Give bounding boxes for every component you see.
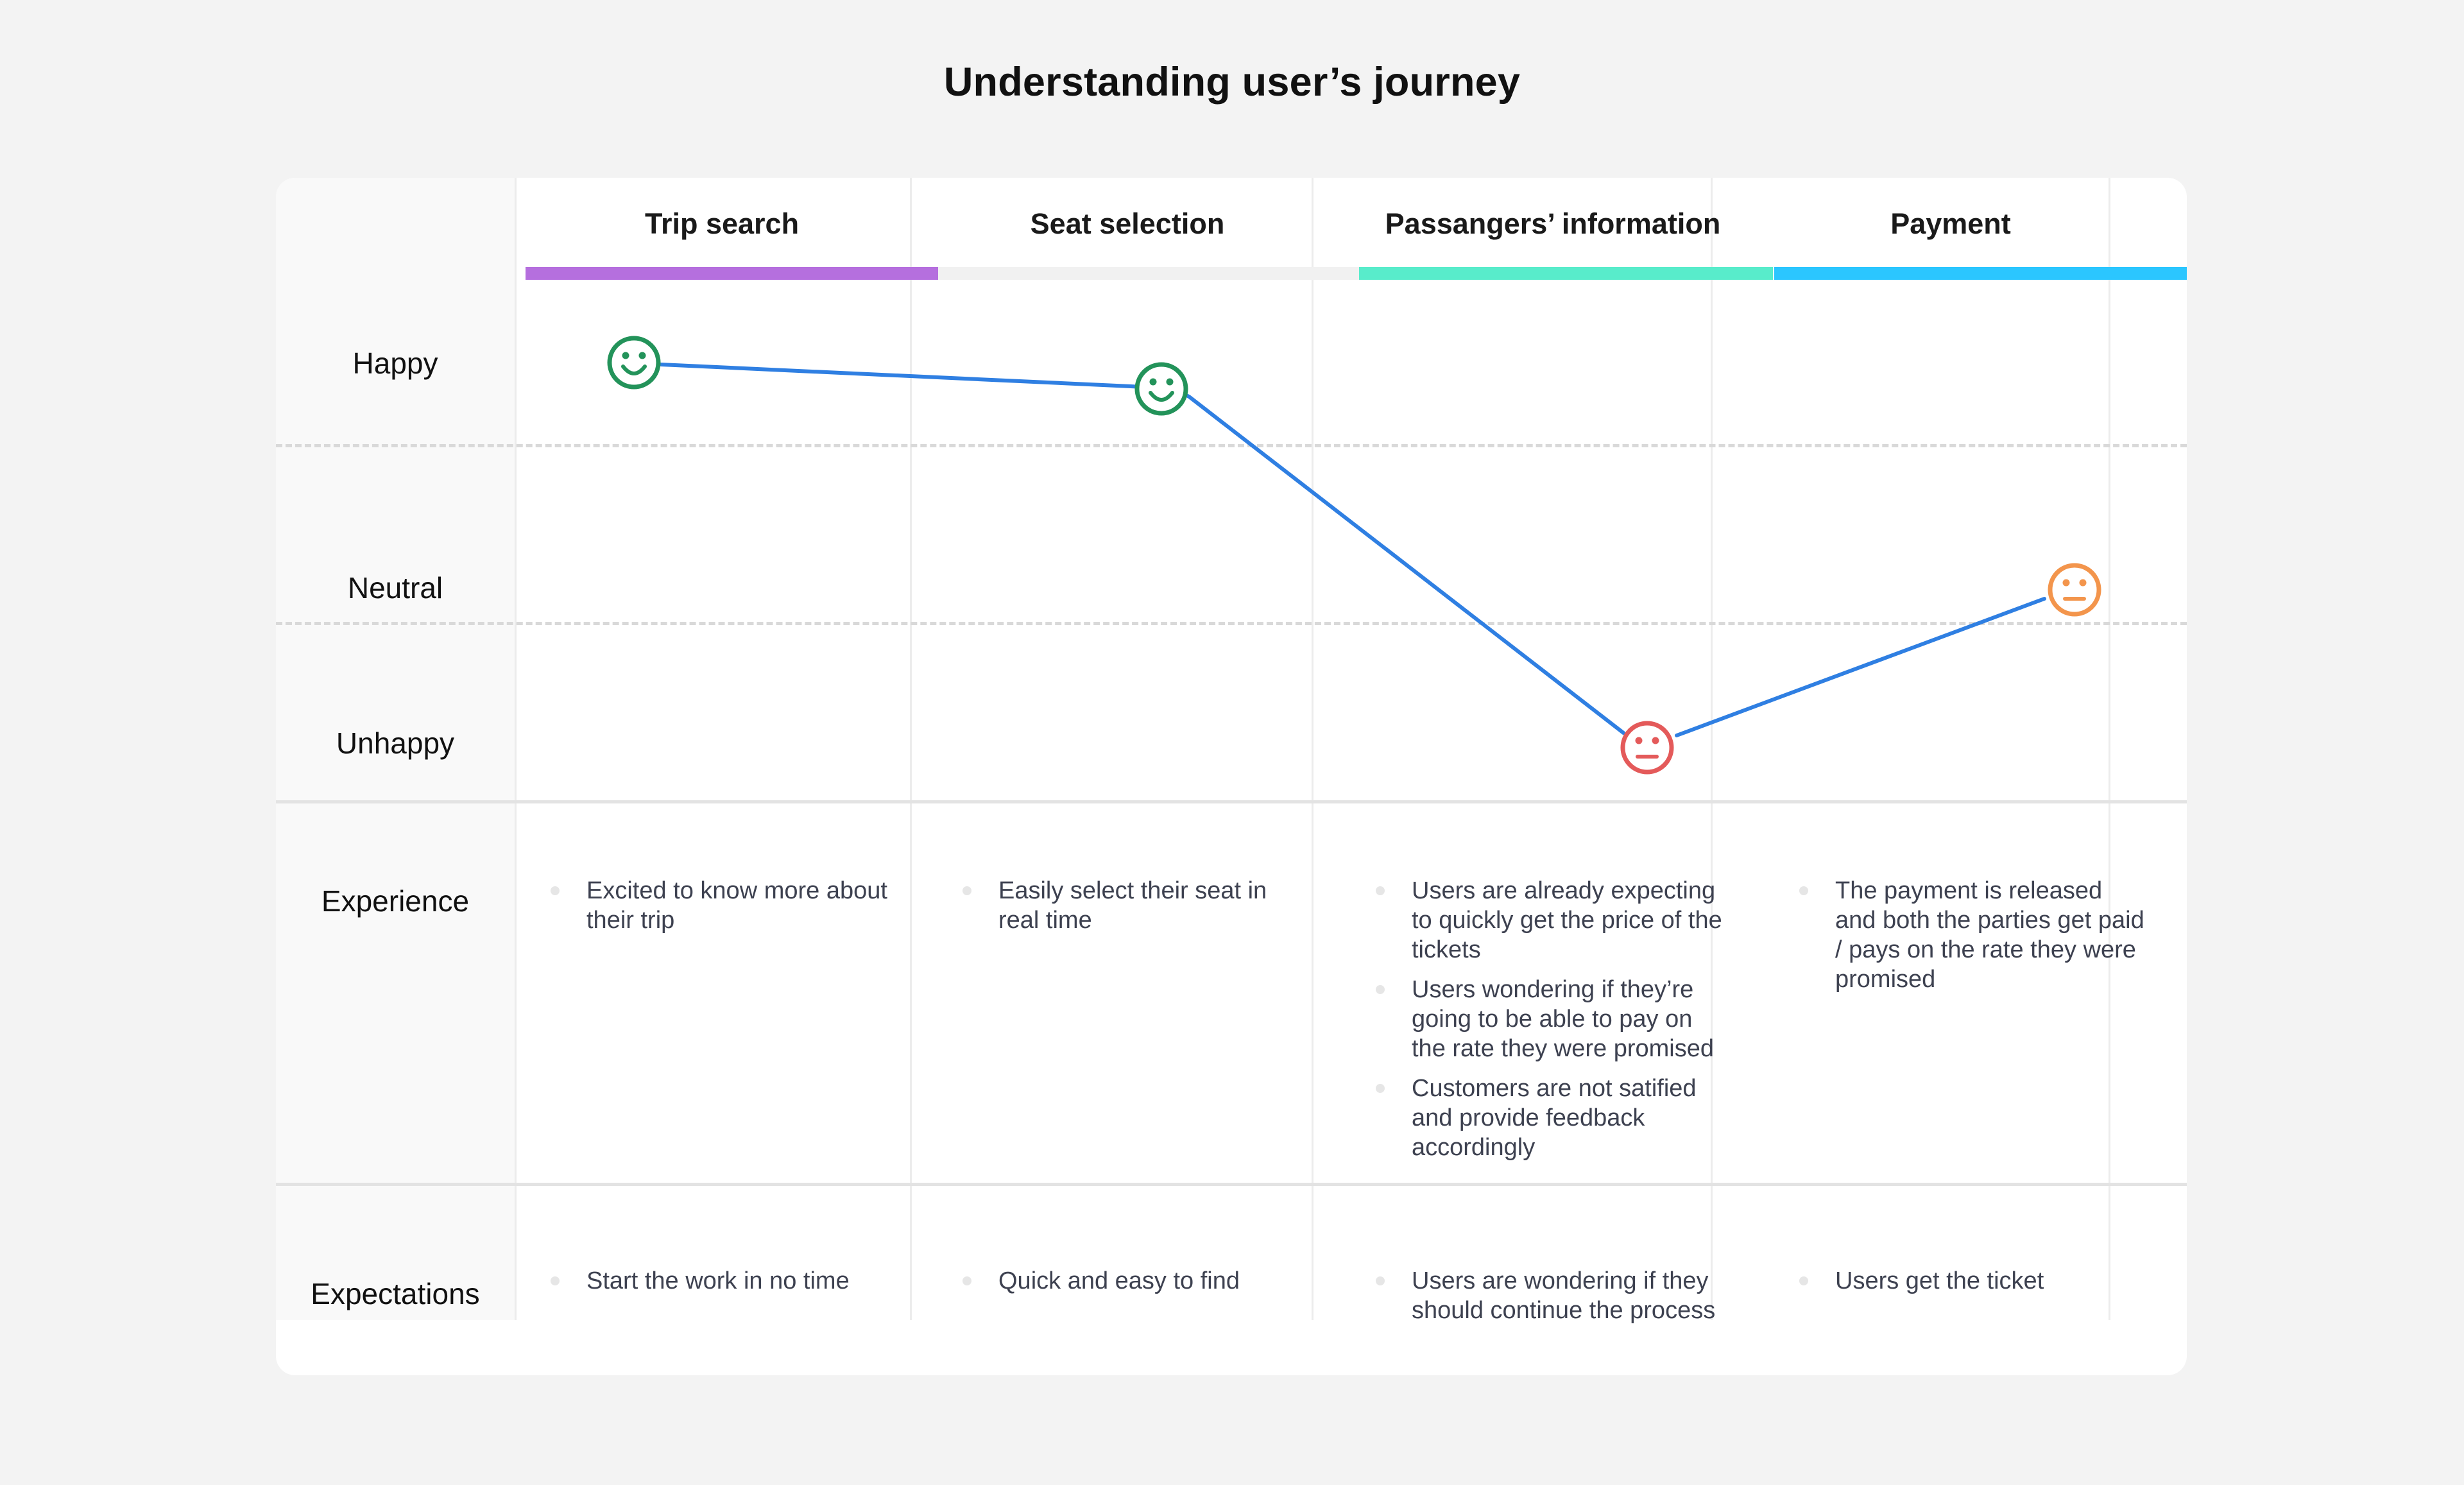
bullet-text: Users wondering if they’re going to be a…: [1412, 976, 1715, 1062]
bullet-dot: [1799, 886, 1808, 895]
bullet-item: Quick and easy to find: [963, 1266, 1309, 1296]
smile-icon: [1134, 362, 1188, 416]
bullet-item: Easily select their seat in real time: [963, 876, 1309, 935]
bullet-text: The payment is released and both the par…: [1835, 877, 2144, 993]
bullet-item: Start the work in no time: [551, 1266, 897, 1296]
neutral-face-icon: [1620, 721, 1674, 775]
bullet-item: Users are wondering if they should conti…: [1376, 1266, 1722, 1325]
emotion-line: [659, 363, 2046, 737]
experience-cell-trip-search: Excited to know more about their trip: [551, 876, 897, 945]
bullet-item: Users get the ticket: [1799, 1266, 2146, 1296]
bullet-text: Users are wondering if they should conti…: [1412, 1267, 1716, 1324]
experience-cell-payment: The payment is released and both the par…: [1799, 876, 2146, 1004]
journey-map: Trip search Seat selection Passangers’ i…: [276, 178, 2187, 1375]
bullet-item: Excited to know more about their trip: [551, 876, 897, 935]
expectations-cell-seat-selection: Quick and easy to find: [963, 1266, 1309, 1306]
bullet-text: Quick and easy to find: [998, 1267, 1240, 1294]
bullet-dot: [963, 886, 971, 895]
bullet-dot: [551, 1276, 560, 1285]
bullet-text: Start the work in no time: [586, 1267, 850, 1294]
experience-section-divider: [276, 1183, 2187, 1186]
bullet-text: Easily select their seat in real time: [998, 877, 1267, 934]
bullet-text: Customers are not satified and provide f…: [1412, 1075, 1697, 1161]
bullet-dot: [551, 886, 560, 895]
bullet-dot: [1376, 985, 1385, 994]
bullet-dot: [1376, 1276, 1385, 1285]
page-title: Understanding user’s journey: [943, 60, 1521, 105]
expectations-cell-passengers-information: Users are wondering if they should conti…: [1376, 1266, 1722, 1335]
bullet-text: Excited to know more about their trip: [586, 877, 887, 934]
bullet-item: Users are already expecting to quickly g…: [1376, 876, 1722, 965]
bullet-dot: [1799, 1276, 1808, 1285]
neutral-face-icon: [2048, 563, 2101, 617]
bullet-dot: [1376, 886, 1385, 895]
bullet-dot: [963, 1276, 971, 1285]
expectations-cell-payment: Users get the ticket: [1799, 1266, 2146, 1306]
smile-icon: [607, 336, 661, 390]
bullet-text: Users are already expecting to quickly g…: [1412, 877, 1722, 963]
bullet-item: The payment is released and both the par…: [1799, 876, 2146, 994]
expectations-cell-trip-search: Start the work in no time: [551, 1266, 897, 1306]
bullet-item: Users wondering if they’re going to be a…: [1376, 975, 1722, 1063]
bullet-item: Customers are not satified and provide f…: [1376, 1074, 1722, 1162]
emotion-curve-chart: [607, 336, 2101, 775]
bullet-text: Users get the ticket: [1835, 1267, 2044, 1294]
expectations-label: Expectations: [311, 1277, 480, 1310]
bullet-dot: [1376, 1084, 1385, 1093]
experience-cell-passengers-information: Users are already expecting to quickly g…: [1376, 876, 1722, 1172]
experience-label: Experience: [321, 884, 470, 918]
experience-cell-seat-selection: Easily select their seat in real time: [963, 876, 1309, 945]
